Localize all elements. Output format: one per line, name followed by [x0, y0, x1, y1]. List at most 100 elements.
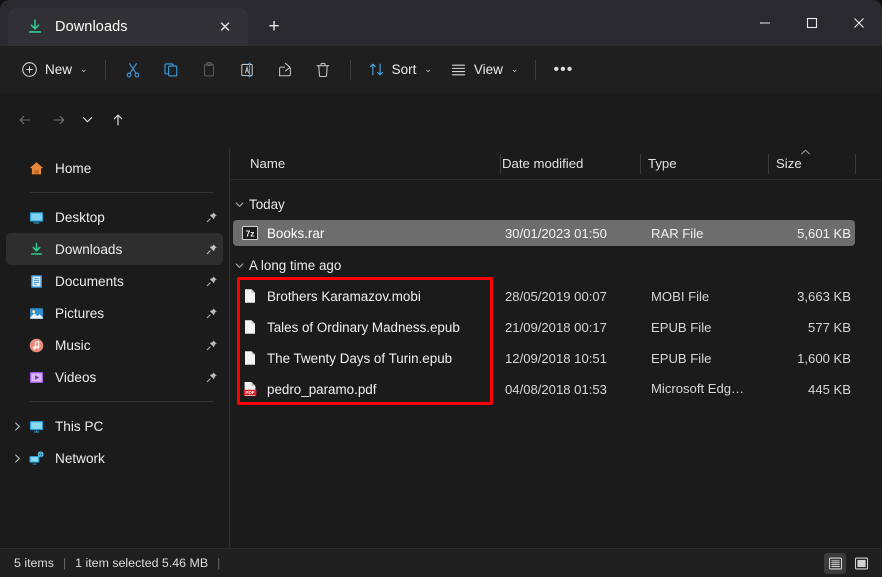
group-header-a-long-time-ago[interactable]: A long time ago [230, 252, 882, 278]
sidebar-item-downloads[interactable]: Downloads [6, 233, 223, 265]
column-headers: Name Date modified Type Size [230, 148, 882, 179]
table-row[interactable]: 7z Books.rar 30/01/2023 01:50 RAR File 5… [233, 220, 855, 246]
item-count: 5 items [14, 556, 54, 570]
sidebar-item-home[interactable]: Home [6, 152, 223, 184]
tab-close-icon[interactable]: ✕ [212, 14, 238, 40]
copy-button[interactable] [152, 54, 190, 86]
file-size: 5,601 KB [761, 220, 851, 246]
cut-button[interactable] [114, 54, 152, 86]
file-name: Tales of Ordinary Madness.epub [267, 320, 460, 335]
sort-button-label: Sort [392, 62, 417, 77]
pin-icon[interactable] [201, 243, 223, 255]
view-button-label: View [474, 62, 503, 77]
navigation-bar: › Downloads [0, 93, 882, 148]
maximize-button[interactable] [788, 0, 835, 46]
chevron-right-icon[interactable] [6, 453, 28, 464]
forward-button[interactable] [42, 103, 75, 136]
pdf-icon: PDF [242, 381, 258, 397]
table-row[interactable]: Tales of Ordinary Madness.epub 21/09/201… [233, 314, 855, 340]
share-button[interactable] [266, 54, 304, 86]
file-name: Brothers Karamazov.mobi [267, 289, 421, 304]
title-bar: Downloads ✕ + [0, 0, 882, 46]
pin-icon[interactable] [201, 371, 223, 383]
file-size: 577 KB [761, 314, 851, 340]
sidebar-item-label: Desktop [55, 210, 201, 225]
rename-button[interactable] [228, 54, 266, 86]
sidebar-item-desktop[interactable]: Desktop [6, 201, 223, 233]
view-list-icon [450, 61, 467, 78]
file-name: The Twenty Days of Turin.epub [267, 351, 452, 366]
pin-icon[interactable] [201, 307, 223, 319]
toolbar-divider [105, 60, 106, 80]
sidebar-divider-2 [30, 401, 213, 402]
new-button-label: New [45, 62, 72, 77]
arrow-up-icon [110, 112, 126, 128]
toolbar-divider-3 [535, 60, 536, 80]
videos-icon [28, 369, 45, 386]
svg-text:PDF: PDF [245, 390, 254, 395]
desktop-icon [28, 209, 45, 226]
file-date: 04/08/2018 01:53 [505, 376, 635, 402]
generic-file-icon [242, 288, 258, 304]
pin-icon[interactable] [201, 211, 223, 223]
minimize-button[interactable] [741, 0, 788, 46]
sidebar-item-videos[interactable]: Videos [6, 361, 223, 393]
column-header-date-modified[interactable]: Date modified [502, 148, 640, 179]
column-header-name[interactable]: Name [250, 148, 500, 179]
scissors-icon [124, 61, 142, 79]
file-size: 445 KB [761, 376, 851, 402]
share-icon [276, 61, 294, 79]
downloads-icon [28, 241, 45, 258]
table-row[interactable]: PDF pedro_paramo.pdf 04/08/2018 01:53 Mi… [233, 376, 855, 402]
chevron-right-icon[interactable] [6, 421, 28, 432]
recent-locations-button[interactable] [73, 103, 101, 136]
table-row[interactable]: The Twenty Days of Turin.epub 12/09/2018… [233, 345, 855, 371]
delete-button[interactable] [304, 54, 342, 86]
group-header-today[interactable]: Today [230, 191, 882, 217]
sort-icon [368, 61, 385, 78]
chevron-down-icon[interactable] [230, 199, 249, 210]
column-header-type[interactable]: Type [648, 148, 768, 179]
sidebar-item-music[interactable]: Music [6, 329, 223, 361]
file-type: EPUB File [651, 345, 766, 371]
svg-text:7z: 7z [246, 228, 255, 238]
paste-button[interactable] [190, 54, 228, 86]
sidebar-item-this-pc[interactable]: This PC [6, 410, 223, 442]
chevron-down-icon: ⌄ [424, 64, 432, 75]
sidebar-item-label: Pictures [55, 306, 201, 321]
sidebar-item-label: This PC [55, 419, 201, 434]
file-name: Books.rar [267, 226, 324, 241]
generic-file-icon [242, 350, 258, 366]
file-name-cell: The Twenty Days of Turin.epub [242, 345, 452, 371]
trash-icon [314, 61, 332, 79]
file-name-cell: Brothers Karamazov.mobi [242, 283, 421, 309]
up-button[interactable] [101, 103, 134, 136]
large-icons-view-icon [854, 556, 869, 571]
tab-strip: Downloads ✕ [8, 6, 248, 46]
sidebar-item-network[interactable]: Network [6, 442, 223, 474]
status-divider: | [63, 556, 66, 570]
new-tab-button[interactable]: + [260, 12, 288, 40]
explorer-body: Home Desktop [0, 148, 882, 548]
new-button[interactable]: New ⌄ [12, 54, 97, 86]
large-icons-view-button[interactable] [850, 553, 872, 574]
sidebar-item-label: Downloads [55, 242, 201, 257]
chevron-down-icon[interactable] [230, 260, 249, 271]
details-view-button[interactable] [824, 553, 846, 574]
back-button[interactable] [8, 103, 41, 136]
table-row[interactable]: Brothers Karamazov.mobi 28/05/2019 00:07… [233, 283, 855, 309]
sidebar-item-pictures[interactable]: Pictures [6, 297, 223, 329]
pin-icon[interactable] [201, 339, 223, 351]
view-button[interactable]: View ⌄ [441, 54, 528, 86]
plus-circle-icon [21, 61, 38, 78]
music-icon [28, 337, 45, 354]
sort-button[interactable]: Sort ⌄ [359, 54, 441, 86]
close-button[interactable] [835, 0, 882, 46]
more-options-button[interactable]: ••• [544, 54, 582, 86]
tab-downloads[interactable]: Downloads ✕ [8, 8, 248, 46]
sidebar-item-documents[interactable]: Documents [6, 265, 223, 297]
column-header-size[interactable]: Size [776, 148, 854, 179]
group-label: Today [249, 197, 285, 212]
downloads-icon [26, 18, 44, 36]
pin-icon[interactable] [201, 275, 223, 287]
